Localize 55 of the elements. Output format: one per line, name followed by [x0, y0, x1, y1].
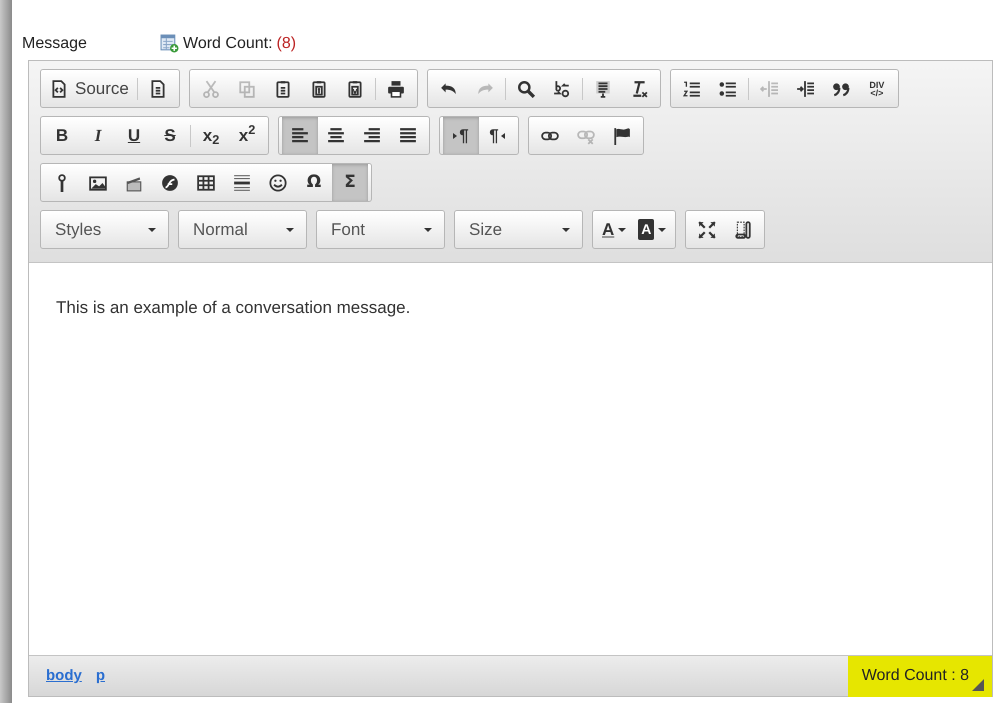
toolbar-button[interactable]: A [596, 211, 632, 248]
toolbar-button[interactable]: U [116, 117, 152, 154]
dropdown-select[interactable]: Styles [40, 210, 169, 249]
resize-grip-icon[interactable] [972, 678, 984, 690]
image-icon [89, 174, 107, 192]
path-link[interactable]: body [46, 667, 82, 684]
word-count-value: (8) [276, 34, 296, 54]
show-blocks-icon [734, 220, 752, 238]
toolbar-button[interactable]: ¶ [479, 117, 515, 154]
swap-icon [552, 80, 571, 98]
search-icon [516, 80, 535, 98]
bullet-list-icon [718, 80, 737, 98]
numbered-list-icon [682, 80, 701, 98]
flash-icon [161, 174, 179, 192]
align-left-icon [291, 126, 309, 144]
table-icon [197, 174, 215, 192]
flag-icon [613, 126, 631, 144]
dropdown-select[interactable]: Normal [178, 210, 307, 249]
toolbar-button[interactable]: I [80, 117, 116, 154]
dropdown-select[interactable]: Size [454, 210, 583, 249]
path-link[interactable]: p [96, 667, 106, 684]
dropdown-select[interactable]: Font [316, 210, 445, 249]
toolbar-button[interactable]: S [152, 117, 188, 154]
copy-icon [238, 80, 256, 98]
spreadsheet-add-icon[interactable] [160, 34, 179, 53]
smiley-icon [269, 174, 287, 192]
toolbar-button[interactable]: x$^{2}$ [229, 117, 265, 154]
message-text: This is an example of a conversation message. [56, 297, 412, 319]
align-center-icon [327, 126, 345, 144]
word-count-label: Word Count: [183, 34, 273, 54]
toolbar-button[interactable]: A [632, 211, 672, 248]
toolbar-button[interactable]: x$_{2}$ [193, 117, 229, 154]
toolbar-button[interactable]: ¶ [443, 117, 479, 154]
maximize-icon [698, 220, 716, 238]
toolbar-button[interactable]: B [44, 117, 80, 154]
align-right-icon [363, 126, 381, 144]
source-button[interactable]: Source [44, 70, 135, 107]
toolbar-button[interactable]: Σ [332, 164, 368, 201]
justify-icon [399, 126, 417, 144]
horizontal-rule-icon [233, 174, 251, 192]
clipboard-icon [310, 80, 328, 98]
document-icon [148, 80, 167, 98]
field-label: Message [22, 34, 88, 54]
code-file-icon [50, 80, 68, 98]
printer-icon [386, 80, 405, 98]
word-count-status: Word Count : 8 [848, 656, 992, 696]
outdent-icon [760, 80, 778, 98]
clipboard-icon [274, 80, 292, 98]
indent-icon [796, 80, 814, 98]
select-all-icon [594, 80, 612, 98]
toolbar-button[interactable] [282, 117, 318, 154]
scissors-icon [202, 80, 220, 98]
toolbar-button[interactable]: Ω [296, 164, 332, 201]
clipboard-icon [346, 80, 364, 98]
toolbar-button[interactable]: DIV </> [858, 70, 895, 107]
